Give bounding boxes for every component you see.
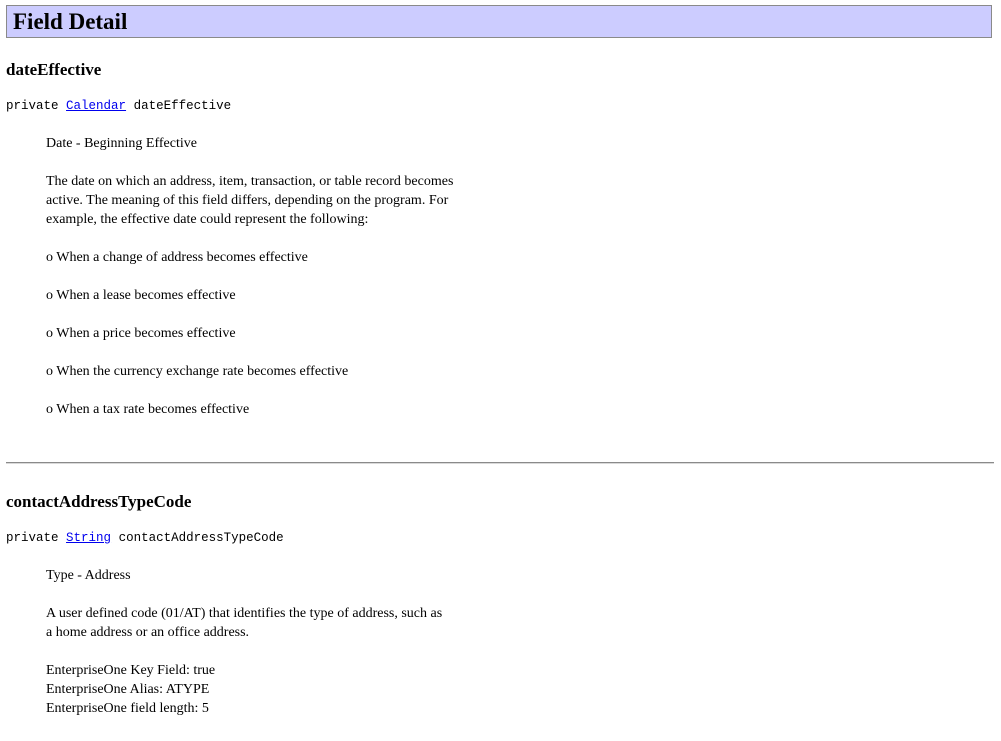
field-signature-contactAddressTypeCode: private String contactAddressTypeCode (6, 530, 284, 546)
alias-line: EnterpriseOne Alias: ATYPE (46, 682, 210, 697)
short-description: Type - Address (46, 568, 131, 583)
field-detail-header: Field Detail (6, 5, 992, 38)
key-field-line: EnterpriseOne Key Field: true (46, 663, 216, 678)
field-name-dateEffective: dateEffective (6, 60, 102, 79)
section-title: Field Detail (13, 9, 128, 34)
type-link-calendar[interactable]: Calendar (66, 99, 126, 113)
type-link-string[interactable]: String (66, 531, 111, 545)
field-description-contactAddressTypeCode: Type - Address (46, 566, 506, 585)
bullet-text: o When a change of address becomes effec… (46, 250, 308, 265)
bullet-text: o When the currency exchange rate become… (46, 364, 349, 379)
enterpriseone-metadata: EnterpriseOne Key Field: true Enterprise… (46, 661, 506, 718)
field-length-line: EnterpriseOne field length: 5 (46, 701, 209, 716)
long-description-line: active. The meaning of this field differ… (46, 193, 449, 208)
bullet-item: o When a change of address becomes effec… (46, 248, 506, 267)
long-description-dateEffective: The date on which an address, item, tran… (46, 172, 506, 229)
field-description-dateEffective: Date - Beginning Effective (46, 134, 506, 153)
bullet-text: o When a tax rate becomes effective (46, 402, 250, 417)
field-identifier: dateEffective (133, 99, 232, 113)
short-description: Date - Beginning Effective (46, 136, 197, 151)
bullet-item: o When the currency exchange rate become… (46, 362, 506, 381)
long-description-line: example, the effective date could repres… (46, 212, 369, 227)
field-identifier: contactAddressTypeCode (118, 531, 284, 545)
modifier-keyword: private (6, 99, 59, 113)
long-description-line: a home address or an office address. (46, 625, 250, 640)
field-name-contactAddressTypeCode: contactAddressTypeCode (6, 492, 192, 511)
bullet-item: o When a lease becomes effective (46, 286, 506, 305)
field-signature-dateEffective: private Calendar dateEffective (6, 98, 231, 114)
long-description-contactAddressTypeCode: A user defined code (01/AT) that identif… (46, 604, 506, 642)
bullet-item: o When a price becomes effective (46, 324, 506, 343)
modifier-keyword: private (6, 531, 59, 545)
section-divider (6, 462, 994, 464)
bullet-item: o When a tax rate becomes effective (46, 400, 506, 419)
long-description-line: A user defined code (01/AT) that identif… (46, 606, 443, 621)
long-description-line: The date on which an address, item, tran… (46, 174, 454, 189)
bullet-text: o When a lease becomes effective (46, 288, 236, 303)
bullet-text: o When a price becomes effective (46, 326, 236, 341)
